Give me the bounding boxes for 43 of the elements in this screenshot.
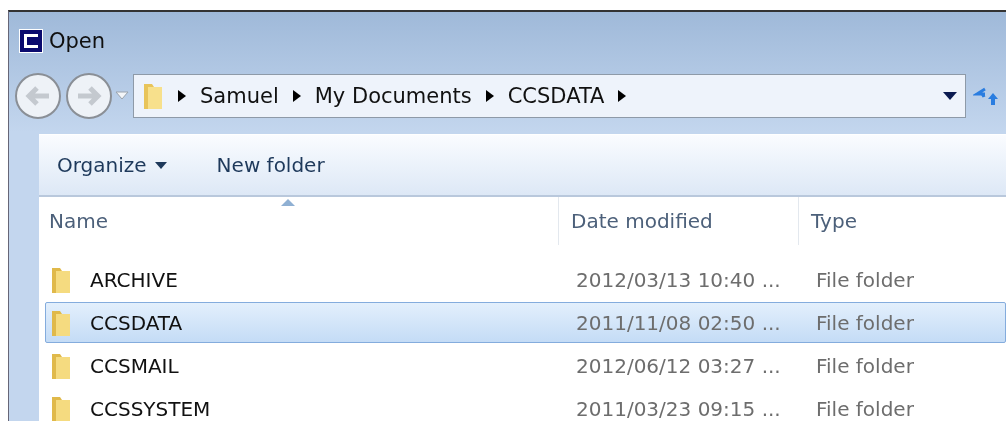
file-name: CCSDATA [90, 310, 183, 335]
dropdown-caret-icon[interactable] [943, 92, 957, 100]
chevron-right-icon [292, 90, 301, 102]
file-row[interactable]: CCSMAIL 2012/06/12 03:27 ... File folder [45, 345, 1006, 386]
type-cell-text: File folder [815, 396, 915, 421]
folder-icon [50, 394, 72, 421]
folder-icon [142, 81, 164, 111]
column-header[interactable]: Type [799, 197, 1006, 245]
history-dropdown-icon[interactable] [115, 91, 129, 101]
date-cell-text: 2011/03/23 09:15 ... [575, 396, 782, 421]
folder-icon [50, 351, 72, 380]
breadcrumb[interactable]: Samuel [200, 84, 279, 108]
date-cell-text: 2011/11/08 02:50 ... [575, 310, 782, 335]
breadcrumb[interactable]: My Documents [314, 84, 472, 108]
column-header[interactable]: Name [39, 197, 559, 245]
type-cell-text: File folder [815, 310, 915, 335]
new-folder-button[interactable]: New folder [206, 149, 335, 181]
back-button[interactable] [13, 71, 63, 121]
folder-icon [50, 265, 72, 294]
breadcrumb[interactable]: CCSDATA [507, 84, 605, 108]
file-name: CCSSYSTEM [90, 396, 211, 421]
sort-ascending-icon [281, 199, 295, 206]
date-cell-text: 2012/03/13 10:40 ... [575, 267, 782, 292]
refresh-icon[interactable] [973, 85, 999, 107]
forward-button[interactable] [64, 71, 114, 121]
chevron-right-icon [178, 90, 186, 102]
type-cell-text: File folder [815, 353, 915, 378]
chevron-right-icon [618, 90, 627, 102]
file-row[interactable]: ARCHIVE 2012/03/13 10:40 ... File folder [45, 259, 1006, 300]
file-name: ARCHIVE [90, 267, 178, 292]
date-cell-text: 2012/06/12 03:27 ... [575, 353, 782, 378]
file-row[interactable]: CCSSYSTEM 2011/03/23 09:15 ... File folder [45, 388, 1006, 421]
caret-down-icon [154, 161, 167, 169]
chevron-right-icon [485, 90, 494, 102]
folder-icon [50, 308, 72, 337]
app-icon [19, 29, 43, 53]
type-cell-text: File folder [815, 267, 915, 292]
file-name: CCSMAIL [90, 353, 179, 378]
address-bar[interactable]: Samuel My Documents CCSDATA [133, 74, 966, 118]
organize-button[interactable]: Organize [47, 149, 177, 181]
column-header[interactable]: Date modified [559, 197, 799, 245]
file-row[interactable]: CCSDATA 2011/11/08 02:50 ... File folder [45, 302, 1006, 343]
window-title: Open [49, 29, 106, 53]
